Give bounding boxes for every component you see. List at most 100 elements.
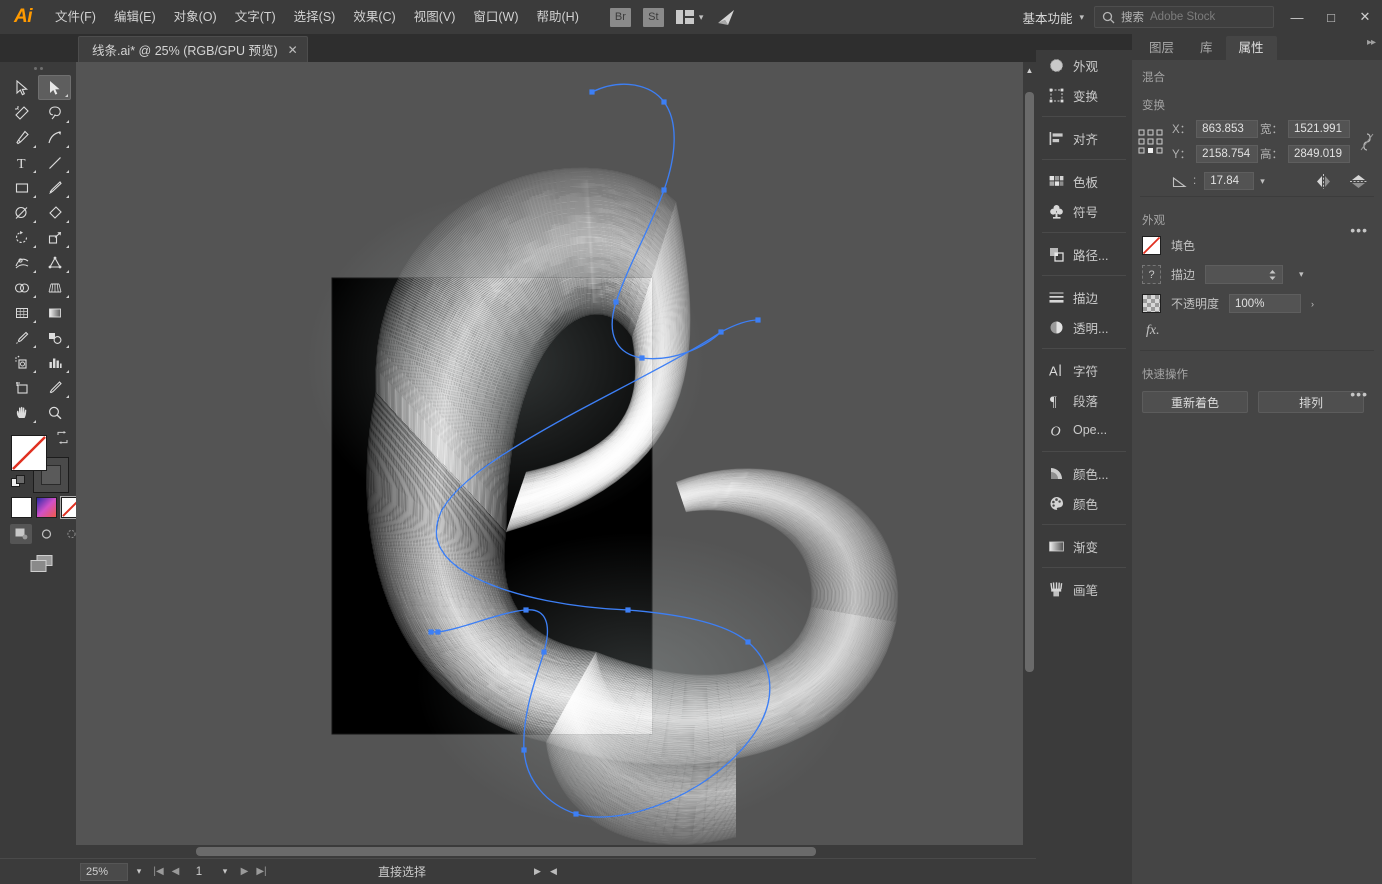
chevron-right-icon[interactable]: › [1311, 299, 1314, 309]
shape-builder-tool[interactable] [5, 275, 38, 300]
type-tool[interactable]: T [5, 150, 38, 175]
flip-horizontal-icon[interactable] [1315, 173, 1332, 189]
draw-normal-button[interactable] [10, 524, 32, 544]
transform-more-options[interactable]: ••• [1350, 222, 1368, 238]
fill-swatch[interactable] [11, 435, 47, 471]
magic-wand-tool[interactable] [5, 100, 38, 125]
eyedropper-tool[interactable] [5, 325, 38, 350]
close-button[interactable]: ✕ [1348, 0, 1382, 34]
dock-align[interactable]: 对齐 [1036, 123, 1132, 153]
rotate-tool[interactable] [5, 225, 38, 250]
dock-swatches[interactable]: 色板 [1036, 166, 1132, 196]
anchor-point[interactable] [613, 299, 619, 305]
last-page-icon[interactable]: ▶| [253, 866, 270, 877]
column-graph-tool[interactable] [38, 350, 71, 375]
swap-fill-stroke-icon[interactable] [56, 431, 69, 444]
blend-tool[interactable] [38, 325, 71, 350]
collapse-panel-icon[interactable]: ▸▸ [1367, 37, 1376, 48]
paper-plane-icon[interactable] [715, 7, 737, 27]
horizontal-scrollbar[interactable] [76, 845, 1023, 858]
anchor-point[interactable] [718, 329, 724, 335]
reference-point-widget[interactable] [1138, 129, 1164, 155]
gradient-tool[interactable] [38, 300, 71, 325]
dock-appearance[interactable]: 外观 [1036, 50, 1132, 80]
dock-transparency[interactable]: 透明... [1036, 312, 1132, 342]
free-transform-tool[interactable] [38, 250, 71, 275]
direct-selection-tool[interactable] [38, 75, 71, 100]
draw-behind-button[interactable] [35, 524, 57, 544]
anchor-point[interactable] [661, 187, 667, 193]
rectangle-tool[interactable] [5, 175, 38, 200]
symbol-sprayer-tool[interactable] [5, 350, 38, 375]
menu-effect[interactable]: 效果(C) [344, 0, 404, 34]
default-fill-stroke-icon[interactable] [11, 475, 26, 490]
chevron-down-icon[interactable]: ▾ [1260, 176, 1265, 187]
dock-brushes[interactable]: 画笔 [1036, 574, 1132, 604]
menu-select[interactable]: 选择(S) [285, 0, 345, 34]
close-icon[interactable]: ✕ [288, 43, 298, 57]
selection-tool[interactable] [5, 75, 38, 100]
anchor-point[interactable] [625, 607, 631, 613]
height-input[interactable]: 2849.019 [1288, 145, 1350, 163]
menu-window[interactable]: 窗口(W) [464, 0, 527, 34]
anchor-point[interactable] [435, 629, 441, 635]
vertical-scroll-thumb[interactable] [1025, 92, 1034, 672]
next-page-icon[interactable]: ▶ [236, 866, 253, 877]
anchor-point[interactable] [521, 747, 527, 753]
menu-help[interactable]: 帮助(H) [528, 0, 588, 34]
artboard-tool[interactable] [5, 375, 38, 400]
line-segment-tool[interactable] [38, 150, 71, 175]
bridge-icon[interactable]: Br [609, 7, 631, 27]
slice-tool[interactable] [38, 375, 71, 400]
flip-vertical-icon[interactable] [1349, 174, 1367, 189]
scale-tool[interactable] [38, 225, 71, 250]
anchor-point[interactable] [589, 89, 595, 95]
paintbrush-tool[interactable] [38, 175, 71, 200]
artwork-canvas[interactable] [76, 62, 1036, 858]
stock-icon[interactable]: St [642, 7, 664, 27]
status-next-icon[interactable]: ▶ [534, 866, 541, 877]
status-prev-icon[interactable]: ◀ [550, 866, 557, 877]
dock-stroke[interactable]: 描边 [1036, 282, 1132, 312]
current-tool-status[interactable]: 直接选择 [378, 863, 426, 880]
maximize-button[interactable]: □ [1314, 0, 1348, 34]
chevron-down-icon[interactable]: ▾ [1299, 269, 1304, 280]
zoom-level-input[interactable]: 25% [80, 862, 128, 881]
width-input[interactable]: 1521.991 [1288, 120, 1350, 138]
dock-pathfinder[interactable]: 路径... [1036, 239, 1132, 269]
dock-paragraph[interactable]: ¶ 段落 [1036, 385, 1132, 415]
x-input[interactable]: 863.853 [1196, 120, 1259, 138]
tab-layers[interactable]: 图层 [1136, 36, 1187, 60]
perspective-grid-tool[interactable] [38, 275, 71, 300]
stroke-color-swatch[interactable]: ? [1142, 265, 1161, 284]
pen-tool[interactable] [5, 125, 38, 150]
anchor-point[interactable] [541, 649, 547, 655]
dock-symbols[interactable]: 符号 [1036, 196, 1132, 226]
opacity-input[interactable]: 100% [1229, 294, 1302, 313]
dock-gradient[interactable]: 渐变 [1036, 531, 1132, 561]
angle-input[interactable]: 17.84 [1204, 172, 1255, 190]
anchor-point[interactable] [523, 607, 529, 613]
workspace-switcher[interactable]: 基本功能 ▾ [1012, 5, 1094, 29]
prev-page-icon[interactable]: ◀ [167, 866, 184, 877]
document-tab[interactable]: 线条.ai* @ 25% (RGB/GPU 预览) ✕ [78, 36, 308, 62]
anchor-point[interactable] [755, 317, 761, 323]
zoom-tool[interactable] [38, 400, 71, 425]
lasso-tool[interactable] [38, 100, 71, 125]
opacity-checker-swatch[interactable] [1142, 294, 1161, 313]
page-dropdown-icon[interactable]: ▾ [214, 866, 236, 877]
mesh-tool[interactable] [5, 300, 38, 325]
y-input[interactable]: 2158.754 [1196, 145, 1259, 163]
dock-color[interactable]: 颜色 [1036, 488, 1132, 518]
zoom-dropdown-icon[interactable]: ▾ [128, 866, 150, 877]
canvas-area[interactable] [76, 62, 1036, 858]
shaper-tool[interactable] [5, 200, 38, 225]
search-input[interactable]: 搜索 Adobe Stock [1094, 6, 1274, 28]
dock-opentype[interactable]: O Ope... [1036, 415, 1132, 445]
menu-edit[interactable]: 编辑(E) [105, 0, 165, 34]
dock-color-guide[interactable]: 颜色... [1036, 458, 1132, 488]
anchor-point[interactable] [428, 629, 434, 635]
dock-character[interactable]: A 字符 [1036, 355, 1132, 385]
eraser-tool[interactable] [38, 200, 71, 225]
recolor-button[interactable]: 重新着色 [1142, 391, 1248, 413]
